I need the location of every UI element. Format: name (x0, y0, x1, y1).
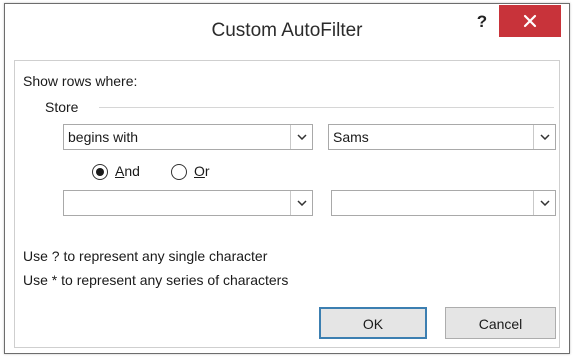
close-icon (523, 14, 537, 28)
group-divider (99, 107, 554, 108)
and-hotkey: A (115, 163, 125, 179)
or-rest: r (204, 163, 210, 179)
condition1-operator-value: begins with (68, 129, 139, 145)
and-rest: nd (124, 163, 140, 179)
help-button[interactable]: ? (469, 8, 495, 36)
ok-button[interactable]: OK (319, 307, 427, 339)
condition1-value-text: Sams (333, 129, 369, 145)
field-name-label: Store (45, 99, 79, 115)
chevron-down-icon[interactable] (533, 125, 555, 149)
or-radio[interactable] (171, 164, 187, 180)
title-bar: Custom AutoFilter ? (5, 4, 569, 46)
chevron-down-icon[interactable] (533, 191, 555, 215)
or-hotkey: O (194, 163, 205, 179)
cancel-button[interactable]: Cancel (445, 307, 556, 339)
and-radio-label[interactable]: And (115, 163, 140, 179)
condition1-value-select[interactable]: Sams (328, 124, 556, 150)
and-radio[interactable] (92, 164, 108, 180)
or-radio-label[interactable]: Or (194, 163, 210, 179)
condition2-value-select[interactable] (331, 190, 556, 216)
show-rows-heading: Show rows where: (23, 73, 138, 89)
hint-series-characters: Use * to represent any series of charact… (23, 272, 289, 288)
chevron-down-icon[interactable] (290, 125, 312, 149)
radio-selected-dot (96, 168, 104, 176)
dialog-content: Show rows where: Store begins with Sams … (14, 60, 560, 348)
chevron-down-icon[interactable] (290, 191, 312, 215)
hint-single-character: Use ? to represent any single character (23, 248, 268, 264)
custom-autofilter-dialog: Custom AutoFilter ? Show rows where: Sto… (4, 3, 570, 354)
condition2-operator-select[interactable] (63, 190, 313, 216)
close-button[interactable] (499, 5, 561, 37)
condition1-operator-select[interactable]: begins with (63, 124, 313, 150)
